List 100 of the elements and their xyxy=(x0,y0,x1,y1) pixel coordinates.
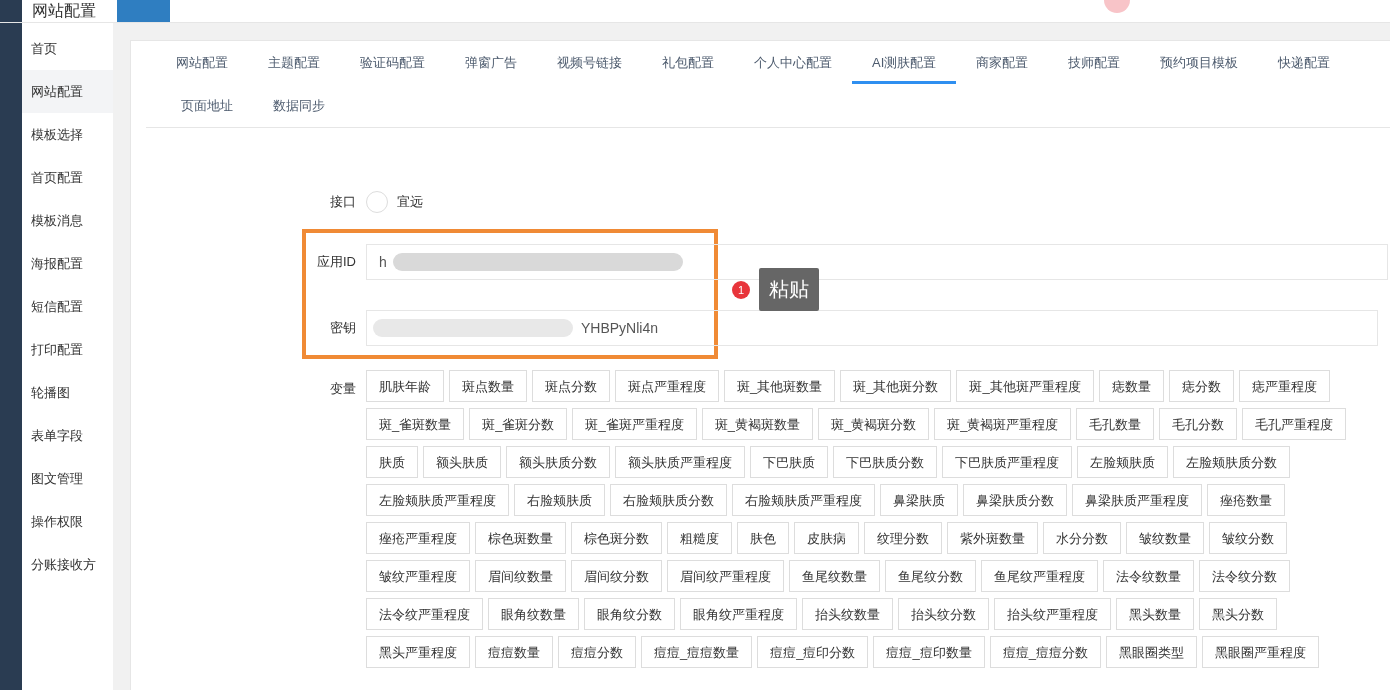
variable-tag[interactable]: 痤疮数量 xyxy=(1207,484,1285,516)
variable-tag[interactable]: 眼角纹数量 xyxy=(488,598,579,630)
variable-tag[interactable]: 痣数量 xyxy=(1098,370,1164,402)
variable-tag[interactable]: 下巴肤质 xyxy=(750,446,828,478)
variable-tag[interactable]: 下巴肤质严重程度 xyxy=(942,446,1072,478)
variable-tag[interactable]: 毛孔严重程度 xyxy=(1242,408,1347,440)
variable-tag[interactable]: 痘痘_痘痘分数 xyxy=(989,636,1101,668)
tab[interactable]: 主题配置 xyxy=(248,42,340,84)
tab[interactable]: 视频号链接 xyxy=(537,42,642,84)
variable-tag[interactable]: 棕色斑数量 xyxy=(475,522,566,554)
variable-tag[interactable]: 眉间纹严重程度 xyxy=(667,560,784,592)
tab[interactable]: 礼包配置 xyxy=(642,42,734,84)
variable-tag[interactable]: 肤质 xyxy=(366,446,418,478)
variable-tag[interactable]: 肤色 xyxy=(737,522,789,554)
variable-tag[interactable]: 痘痘分数 xyxy=(558,636,636,668)
tab[interactable]: 页面地址 xyxy=(161,85,253,127)
sidebar-item[interactable]: 首页配置 xyxy=(22,156,113,199)
variable-tag[interactable]: 抬头纹数量 xyxy=(802,598,893,630)
variable-tag[interactable]: 痘痘_痘印数量 xyxy=(873,636,985,668)
tab[interactable]: 弹窗广告 xyxy=(445,42,537,84)
sidebar-item[interactable]: 短信配置 xyxy=(22,285,113,328)
variable-tag[interactable]: 眉间纹数量 xyxy=(475,560,566,592)
variable-tag[interactable]: 右脸颊肤质分数 xyxy=(610,484,727,516)
variable-tag[interactable]: 痘痘数量 xyxy=(475,636,553,668)
radio-label[interactable]: 宜远 xyxy=(397,193,423,211)
input-field[interactable]: YHBPyNli4n xyxy=(366,310,1378,346)
variable-tag[interactable]: 痤疮严重程度 xyxy=(366,522,470,554)
sidebar-item[interactable]: 轮播图 xyxy=(22,371,113,414)
variable-tag[interactable]: 额头肤质 xyxy=(423,446,501,478)
variable-tag[interactable]: 额头肤质严重程度 xyxy=(615,446,745,478)
variable-tag[interactable]: 皮肤病 xyxy=(794,522,859,554)
variable-tag[interactable]: 黑头分数 xyxy=(1199,598,1277,630)
tab[interactable]: 个人中心配置 xyxy=(734,42,852,84)
top-tab[interactable] xyxy=(117,0,170,22)
variable-tag[interactable]: 水分分数 xyxy=(1043,522,1121,554)
variable-tag[interactable]: 皱纹分数 xyxy=(1209,522,1287,554)
variable-tag[interactable]: 法令纹数量 xyxy=(1103,560,1194,592)
variable-tag[interactable]: 法令纹分数 xyxy=(1199,560,1290,592)
variable-tag[interactable]: 斑_黄褐斑分数 xyxy=(817,408,930,440)
variable-tag[interactable]: 皱纹数量 xyxy=(1126,522,1204,554)
variable-tag[interactable]: 斑_其他斑分数 xyxy=(840,370,952,402)
variable-tag[interactable]: 左脸颊肤质 xyxy=(1077,446,1168,478)
tab[interactable]: 商家配置 xyxy=(956,42,1049,84)
sidebar-item[interactable]: 分账接收方 xyxy=(22,543,113,586)
variable-tag[interactable]: 左脸颊肤质严重程度 xyxy=(366,484,509,516)
variable-tag[interactable]: 黑眼圈类型 xyxy=(1105,636,1197,668)
variable-tag[interactable]: 斑点数量 xyxy=(449,370,527,402)
variable-tag[interactable]: 斑_黄褐斑数量 xyxy=(701,408,813,440)
variable-tag[interactable]: 鱼尾纹数量 xyxy=(789,560,880,592)
sidebar-item[interactable]: 图文管理 xyxy=(22,457,113,500)
variable-tag[interactable]: 痣分数 xyxy=(1168,370,1234,402)
variable-tag[interactable]: 斑点分数 xyxy=(532,370,610,402)
variable-tag[interactable]: 皱纹严重程度 xyxy=(366,560,470,592)
variable-tag[interactable]: 额头肤质分数 xyxy=(506,446,610,478)
variable-tag[interactable]: 鼻梁肤质分数 xyxy=(963,484,1067,516)
variable-tag[interactable]: 毛孔数量 xyxy=(1076,408,1155,440)
input-field[interactable]: h xyxy=(366,244,1388,280)
variable-tag[interactable]: 斑点严重程度 xyxy=(615,370,719,402)
variable-tag[interactable]: 黑眼圈严重程度 xyxy=(1201,636,1319,668)
variable-tag[interactable]: 法令纹严重程度 xyxy=(366,598,483,630)
variable-tag[interactable]: 右脸颊肤质 xyxy=(514,484,605,516)
variable-tag[interactable]: 痣严重程度 xyxy=(1238,370,1330,402)
sidebar-item[interactable]: 海报配置 xyxy=(22,242,113,285)
variable-tag[interactable]: 痘痘_痘印分数 xyxy=(757,636,869,668)
variable-tag[interactable]: 斑_黄褐斑严重程度 xyxy=(934,408,1072,440)
variable-tag[interactable]: 抬头纹严重程度 xyxy=(994,598,1111,630)
variable-tag[interactable]: 粗糙度 xyxy=(667,522,732,554)
variable-tag[interactable]: 下巴肤质分数 xyxy=(833,446,937,478)
variable-tag[interactable]: 肌肤年龄 xyxy=(366,370,444,402)
tab[interactable]: 验证码配置 xyxy=(340,42,445,84)
tab[interactable]: AI测肤配置 xyxy=(852,42,957,84)
variable-tag[interactable]: 毛孔分数 xyxy=(1159,408,1238,440)
sidebar-item[interactable]: 表单字段 xyxy=(22,414,113,457)
variable-tag[interactable]: 眼角纹分数 xyxy=(584,598,675,630)
variable-tag[interactable]: 棕色斑分数 xyxy=(571,522,662,554)
sidebar-item[interactable]: 网站配置 xyxy=(22,70,113,113)
variable-tag[interactable]: 斑_雀斑数量 xyxy=(366,408,465,440)
sidebar-item[interactable]: 模板消息 xyxy=(22,199,113,242)
variable-tag[interactable]: 鼻梁肤质 xyxy=(880,484,958,516)
variable-tag[interactable]: 右脸颊肤质严重程度 xyxy=(732,484,875,516)
variable-tag[interactable]: 鼻梁肤质严重程度 xyxy=(1072,484,1202,516)
variable-tag[interactable]: 斑_其他斑数量 xyxy=(724,370,836,402)
tab[interactable]: 预约项目模板 xyxy=(1140,42,1259,84)
tab[interactable]: 数据同步 xyxy=(253,85,345,127)
sidebar-item[interactable]: 首页 xyxy=(22,27,113,70)
variable-tag[interactable]: 抬头纹分数 xyxy=(898,598,989,630)
variable-tag[interactable]: 黑头数量 xyxy=(1116,598,1194,630)
variable-tag[interactable]: 痘痘_痘痘数量 xyxy=(641,636,753,668)
tab[interactable]: 快递配置 xyxy=(1258,42,1351,84)
variable-tag[interactable]: 黑头严重程度 xyxy=(366,636,470,668)
variable-tag[interactable]: 紫外斑数量 xyxy=(947,522,1038,554)
variable-tag[interactable]: 斑_雀斑严重程度 xyxy=(572,408,697,440)
tab[interactable]: 技师配置 xyxy=(1048,42,1141,84)
variable-tag[interactable]: 纹理分数 xyxy=(864,522,942,554)
sidebar-item[interactable]: 打印配置 xyxy=(22,328,113,371)
variable-tag[interactable]: 左脸颊肤质分数 xyxy=(1173,446,1290,478)
sidebar-item[interactable]: 模板选择 xyxy=(22,113,113,156)
variable-tag[interactable]: 眉间纹分数 xyxy=(571,560,662,592)
tab[interactable]: 网站配置 xyxy=(161,42,248,84)
variable-tag[interactable]: 斑_雀斑分数 xyxy=(469,408,568,440)
